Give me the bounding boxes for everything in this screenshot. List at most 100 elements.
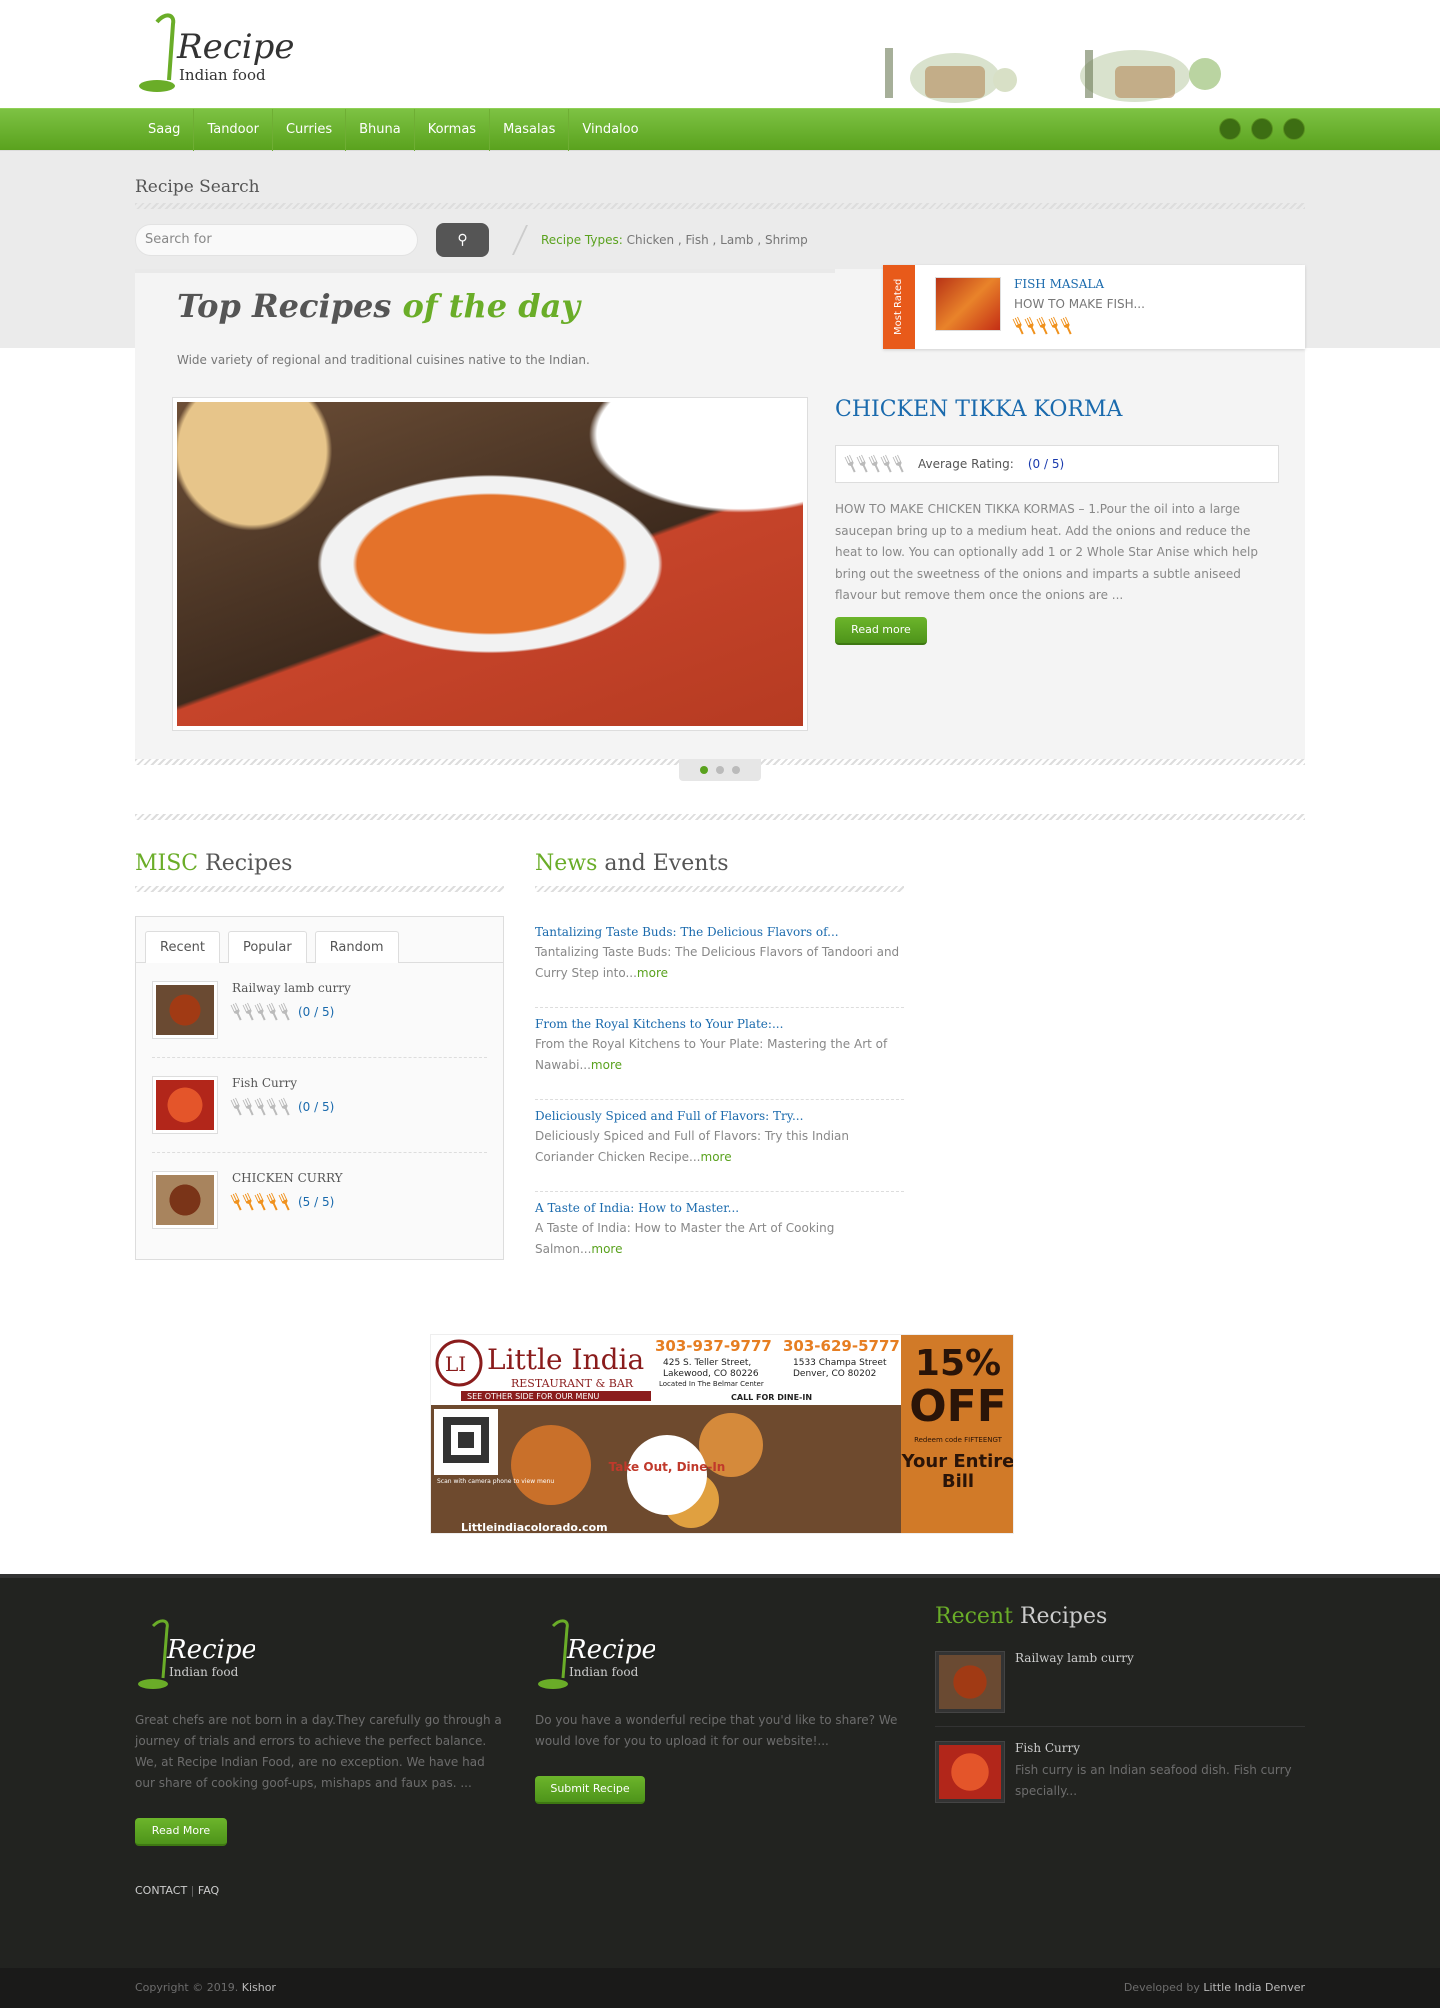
- news-item-title[interactable]: Tantalizing Taste Buds: The Delicious Fl…: [535, 922, 904, 942]
- footer-logo-subtitle: Indian food: [169, 1665, 239, 1679]
- fork-icon: [1059, 316, 1076, 337]
- nav-item-kormas[interactable]: Kormas: [415, 109, 491, 151]
- logo-subtitle: Indian food: [179, 66, 266, 84]
- featured-title[interactable]: CHICKEN TIKKA KORMA: [835, 397, 1122, 422]
- nav-item-saag[interactable]: Saag: [135, 109, 195, 151]
- news-item-more-link[interactable]: more: [591, 1242, 622, 1256]
- tab-random[interactable]: Random: [314, 931, 399, 963]
- fork-icon[interactable]: [867, 454, 884, 475]
- fork-icon[interactable]: [891, 454, 908, 475]
- footer-about-text: Great chefs are not born in a day.They c…: [135, 1713, 502, 1790]
- ad-call: CALL FOR DINE-IN: [731, 1393, 812, 1402]
- search-button[interactable]: ⚲: [436, 223, 489, 257]
- nav-item-bhuna[interactable]: Bhuna: [346, 109, 415, 151]
- ad-artwork: LI Little India RESTAURANT & BAR 303-937…: [431, 1335, 901, 1534]
- fork-icon[interactable]: [879, 454, 896, 475]
- rating-forks: [232, 1193, 290, 1211]
- recipe-thumbnail[interactable]: [935, 1651, 1005, 1713]
- rating-value: (5 / 5): [298, 1195, 335, 1209]
- footer-recent-title-a: Recent: [935, 1604, 1013, 1629]
- nav-item-vindaloo[interactable]: Vindaloo: [569, 109, 651, 151]
- most-rated-thumbnail[interactable]: [935, 277, 1001, 331]
- news-item-more-link[interactable]: more: [701, 1150, 732, 1164]
- middle-section: MISC Recipes Recent Popular Random Railw…: [135, 759, 1305, 1534]
- recipe-thumbnail[interactable]: [152, 1076, 218, 1134]
- faq-link[interactable]: FAQ: [198, 1884, 219, 1897]
- most-rated-card[interactable]: Most Rated FISH MASALA HOW TO MAKE FISH.…: [883, 265, 1305, 349]
- rating-forks: [232, 1098, 290, 1116]
- news-item-more-link[interactable]: more: [637, 966, 668, 980]
- news-item: Deliciously Spiced and Full of Flavors: …: [535, 1100, 904, 1192]
- footer-logo[interactable]: Recipe Indian food: [535, 1614, 657, 1694]
- footer-read-more-button[interactable]: Read More: [135, 1818, 227, 1846]
- recipe-name[interactable]: Fish Curry: [1015, 1741, 1080, 1755]
- rss-icon[interactable]: [1283, 118, 1305, 140]
- news-item-title[interactable]: Deliciously Spiced and Full of Flavors: …: [535, 1106, 904, 1126]
- bottom-bar: Copyright © 2019. Kishor Developed by Li…: [0, 1968, 1440, 2008]
- link-separator: |: [190, 1884, 195, 1897]
- fork-icon[interactable]: [855, 454, 872, 475]
- developer-link[interactable]: Little India Denver: [1203, 1981, 1305, 1994]
- recipe-thumbnail[interactable]: [152, 981, 218, 1039]
- top-title-b: of the day: [402, 287, 580, 325]
- nav-item-tandoor[interactable]: Tandoor: [194, 109, 273, 151]
- recipe-rating: (5 / 5): [232, 1193, 334, 1211]
- list-item[interactable]: Railway lamb curry (0 / 5): [152, 963, 487, 1058]
- rating-value: (0 / 5): [298, 1100, 335, 1114]
- most-rated-rating: [1014, 317, 1072, 335]
- recipe-types-list[interactable]: Chicken , Fish , Lamb , Shrimp: [627, 233, 808, 247]
- footer-logo-title: Recipe: [166, 1635, 255, 1665]
- misc-title: MISC Recipes: [135, 851, 292, 876]
- author-link[interactable]: Kishor: [242, 1981, 276, 1994]
- submit-recipe-button[interactable]: Submit Recipe: [535, 1776, 645, 1804]
- ad-brand: Little India: [487, 1343, 644, 1376]
- footer-logo[interactable]: Recipe Indian food: [135, 1614, 257, 1694]
- footer-recent-title-b: Recipes: [1019, 1604, 1108, 1629]
- most-rated-name[interactable]: FISH MASALA: [1014, 277, 1104, 291]
- contact-link[interactable]: CONTACT: [135, 1884, 187, 1897]
- fork-icon: [277, 1192, 294, 1213]
- news-item-desc: Tantalizing Taste Buds: The Delicious Fl…: [535, 945, 900, 980]
- fork-icon: [253, 1192, 270, 1213]
- news-item-more-link[interactable]: more: [591, 1058, 622, 1072]
- divider: [135, 886, 504, 892]
- developer-label: Developed by: [1123, 1981, 1200, 1994]
- nav-item-masalas[interactable]: Masalas: [490, 109, 570, 151]
- news-title: News and Events: [535, 851, 729, 876]
- featured-image[interactable]: [177, 402, 803, 726]
- facebook-icon[interactable]: [1219, 118, 1241, 140]
- recipe-name[interactable]: Railway lamb curry: [1015, 1651, 1134, 1665]
- news-item-title[interactable]: A Taste of India: How to Master...: [535, 1198, 904, 1218]
- tab-recent[interactable]: Recent: [145, 931, 220, 963]
- list-item[interactable]: Fish Curry Fish curry is an Indian seafo…: [935, 1727, 1305, 1817]
- recipe-name[interactable]: Fish Curry: [232, 1076, 297, 1090]
- recipe-thumbnail[interactable]: [935, 1741, 1005, 1803]
- divider: [535, 886, 904, 892]
- copyright: Copyright © 2019. Kishor: [135, 1968, 276, 2008]
- tab-popular[interactable]: Popular: [227, 931, 307, 963]
- site-logo[interactable]: Recipe Indian food: [135, 8, 295, 96]
- recipe-thumbnail[interactable]: [152, 1171, 218, 1229]
- news-item: From the Royal Kitchens to Your Plate:..…: [535, 1008, 904, 1100]
- misc-title-b: Recipes: [205, 851, 293, 876]
- list-item[interactable]: CHICKEN CURRY (5 / 5): [152, 1153, 487, 1248]
- news-item-title[interactable]: From the Royal Kitchens to Your Plate:..…: [535, 1014, 904, 1034]
- list-item[interactable]: Fish Curry (0 / 5): [152, 1058, 487, 1153]
- search-icon: ⚲: [457, 232, 468, 248]
- read-more-button[interactable]: Read more: [835, 617, 927, 645]
- little-india-ad-banner[interactable]: LI Little India RESTAURANT & BAR 303-937…: [430, 1334, 1014, 1534]
- fork-icon[interactable]: [843, 454, 860, 475]
- rating-value: (0 / 5): [298, 1005, 335, 1019]
- ad-off: OFF: [909, 1381, 1007, 1432]
- recipe-name[interactable]: CHICKEN CURRY: [232, 1171, 343, 1185]
- featured-image-frame[interactable]: [172, 397, 808, 731]
- list-item[interactable]: Railway lamb curry: [935, 1637, 1305, 1727]
- ad-url: Littleindiacolorado.com: [461, 1521, 608, 1534]
- developer-credit: Developed by Little India Denver: [1124, 1968, 1305, 2008]
- recipe-name[interactable]: Railway lamb curry: [232, 981, 351, 995]
- twitter-icon[interactable]: [1251, 118, 1273, 140]
- fork-icon: [241, 1192, 258, 1213]
- logo-title: Recipe: [176, 27, 295, 67]
- search-input[interactable]: Search for: [135, 224, 418, 256]
- nav-item-curries[interactable]: Curries: [273, 109, 347, 151]
